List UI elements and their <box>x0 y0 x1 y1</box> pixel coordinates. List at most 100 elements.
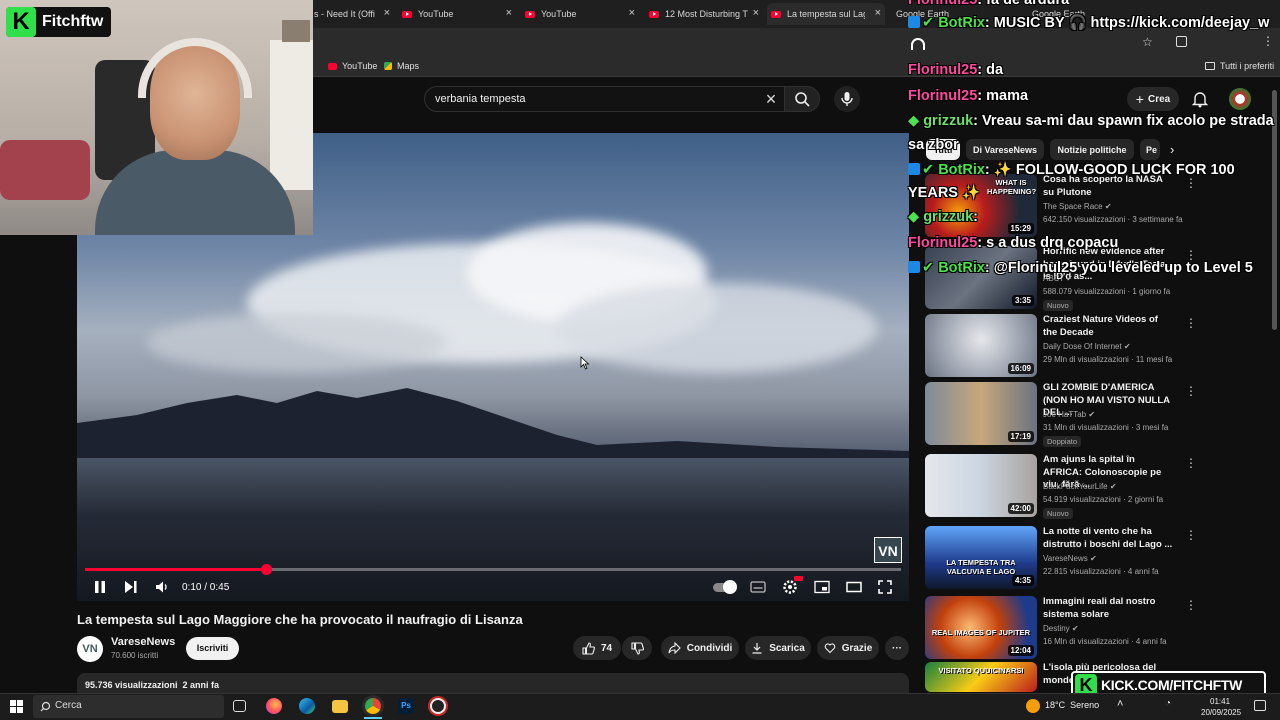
file-explorer-icon[interactable] <box>332 700 348 713</box>
recommendation-channel[interactable]: The Space Race ✔ <box>1043 202 1112 211</box>
browser-menu-icon[interactable]: ⋮ <box>1262 34 1274 48</box>
chat-message: sa zbor <box>908 137 959 153</box>
chat-username: Florinul25 <box>908 235 978 251</box>
channel-avatar[interactable]: VN <box>77 636 103 662</box>
chat-text: : mama <box>977 88 1029 104</box>
video-frame-cloud <box>147 313 447 373</box>
recommendation-thumbnail[interactable]: 3:35 <box>925 246 1037 309</box>
close-tab-icon[interactable]: × <box>629 7 635 19</box>
autoplay-toggle[interactable] <box>713 579 737 595</box>
account-avatar[interactable] <box>1229 88 1251 110</box>
recommendation-thumbnail[interactable]: LA TEMPESTA TRA VALCUVIA E LAGO 4:35 <box>925 526 1037 589</box>
settings-button[interactable] <box>782 579 798 595</box>
headphones-icon <box>911 38 925 50</box>
weather-text[interactable]: 18°C Sereno <box>1045 700 1099 710</box>
extensions-icon[interactable] <box>1176 36 1187 47</box>
firefox-icon[interactable] <box>266 698 282 714</box>
bookmark-star-icon[interactable]: ☆ <box>1142 35 1153 49</box>
more-options-icon[interactable]: ⋮ <box>1185 598 1197 612</box>
task-view-icon[interactable] <box>233 700 246 712</box>
chip-politics[interactable]: Notizie politiche <box>1050 139 1134 160</box>
recommendation-channel[interactable]: VareseNews ✔ <box>1043 554 1097 563</box>
recommendation-channel[interactable]: Destiny ✔ <box>1043 624 1079 633</box>
more-options-icon[interactable]: ⋮ <box>1185 528 1197 542</box>
create-button[interactable]: + Crea <box>1127 87 1179 111</box>
view-count-date: 95.736 visualizzazioni 2 anni fa <box>85 680 220 690</box>
recommendation-thumbnail[interactable]: REAL IMAGES OF JUPITER 12:04 <box>925 596 1037 659</box>
recommendation-title[interactable]: Craziest Nature Videos of the Decade <box>1043 314 1173 339</box>
chip-more[interactable]: Pe <box>1140 139 1160 160</box>
notifications-bell-icon[interactable] <box>1192 90 1208 108</box>
theater-mode-button[interactable] <box>846 579 862 595</box>
miniplayer-button[interactable] <box>814 579 830 595</box>
edge-icon[interactable] <box>299 698 315 714</box>
share-button[interactable]: Condividi <box>661 636 739 660</box>
thanks-button[interactable]: Grazie <box>817 636 879 660</box>
close-tab-icon[interactable]: × <box>384 7 390 19</box>
miniplayer-icon <box>814 580 830 594</box>
tab-title: s - Need It (Offi <box>314 9 375 19</box>
recommendation-channel[interactable]: Joe HaTTab ✔ <box>1043 410 1095 419</box>
video-frame-cloud <box>557 283 877 373</box>
chat-text: sa zbor <box>908 137 959 153</box>
recommendation-channel[interactable]: Daily Dose Of Internet ✔ <box>1043 342 1131 351</box>
close-tab-icon[interactable]: × <box>875 7 881 19</box>
gear-icon <box>783 580 797 594</box>
tray-date[interactable]: 20/09/2025 <box>1201 708 1241 717</box>
chat-text: : MUSIC BY 🎧 https://kick.com/deejay_w <box>984 15 1270 31</box>
more-options-icon[interactable]: ⋮ <box>1185 316 1197 330</box>
recommendation-channel[interactable]: BackPackYourLife ✔ <box>1043 482 1117 491</box>
chips-next-icon[interactable]: › <box>1170 142 1174 157</box>
browser-tab[interactable]: s - Need It (Offi × <box>310 3 394 25</box>
bookmark-maps[interactable]: Maps <box>384 55 419 77</box>
taskbar-search[interactable]: Cerca <box>33 695 224 718</box>
bookmark-youtube[interactable]: YouTube <box>328 55 377 77</box>
autoplay-toggle-icon <box>713 579 737 594</box>
channel-watermark[interactable]: VN <box>874 537 902 563</box>
channel-name[interactable]: VareseNews <box>111 636 175 648</box>
clear-search-icon[interactable]: × <box>762 88 780 110</box>
recommendation-title[interactable]: Immagini reali dal nostro sistema solare <box>1043 596 1173 621</box>
chip-from-channel[interactable]: Di VareseNews <box>966 139 1044 160</box>
all-bookmarks[interactable]: Tutti i preferiti <box>1205 55 1274 77</box>
recommendation-thumbnail[interactable]: VISITATO QUUICINARSI <box>925 662 1037 692</box>
download-button[interactable]: Scarica <box>745 636 811 660</box>
search-button[interactable] <box>784 86 820 112</box>
recommendation-thumbnail[interactable]: 16:09 <box>925 314 1037 377</box>
more-actions-button[interactable]: ··· <box>885 636 909 660</box>
subtitles-button[interactable] <box>750 579 766 595</box>
chrome-icon[interactable] <box>365 698 381 714</box>
subscribe-button[interactable]: Iscriviti <box>186 637 239 660</box>
browser-tab[interactable]: YouTube × <box>398 3 516 25</box>
voice-search-button[interactable] <box>834 86 860 112</box>
windows-start-icon[interactable] <box>10 700 23 713</box>
search-input[interactable]: verbania tempesta <box>424 86 792 112</box>
like-button[interactable]: 74 <box>573 636 621 660</box>
obs-icon[interactable] <box>430 698 446 714</box>
browser-tab-active[interactable]: La tempesta sul Lago × <box>767 3 885 25</box>
recommendation-thumbnail[interactable]: 42:00 <box>925 454 1037 517</box>
next-button[interactable] <box>124 579 138 595</box>
browser-tab[interactable]: YouTube × <box>521 3 639 25</box>
notifications-icon[interactable] <box>1254 700 1266 711</box>
recommendation-title[interactable]: La notte di vento che ha distrutto i bos… <box>1043 526 1173 551</box>
tray-time[interactable]: 01:41 <box>1210 697 1230 706</box>
volume-button[interactable] <box>155 579 169 595</box>
download-icon <box>752 643 762 654</box>
dislike-button[interactable] <box>622 636 652 660</box>
close-tab-icon[interactable]: × <box>753 7 759 19</box>
browser-tab[interactable]: 12 Most Disturbing T × <box>645 3 763 25</box>
wifi-icon[interactable]: ◔ <box>1165 698 1171 709</box>
photoshop-icon[interactable]: Ps <box>398 698 414 714</box>
recommendation-meta: 16 Mln di visualizzazioni · 4 anni fa <box>1043 637 1167 646</box>
progress-bar[interactable] <box>85 564 901 575</box>
fullscreen-button[interactable] <box>878 579 892 595</box>
more-options-icon[interactable]: ⋮ <box>1185 176 1197 190</box>
more-options-icon[interactable]: ⋮ <box>1185 456 1197 470</box>
more-options-icon[interactable]: ⋮ <box>1185 384 1197 398</box>
pause-button[interactable] <box>93 579 107 595</box>
close-tab-icon[interactable]: × <box>506 7 512 19</box>
tray-chevron-icon[interactable]: ˄ <box>1117 698 1123 710</box>
thumbnail-caption: WHAT IS HAPPENING? <box>987 178 1037 196</box>
recommendation-thumbnail[interactable]: 17:19 <box>925 382 1037 445</box>
